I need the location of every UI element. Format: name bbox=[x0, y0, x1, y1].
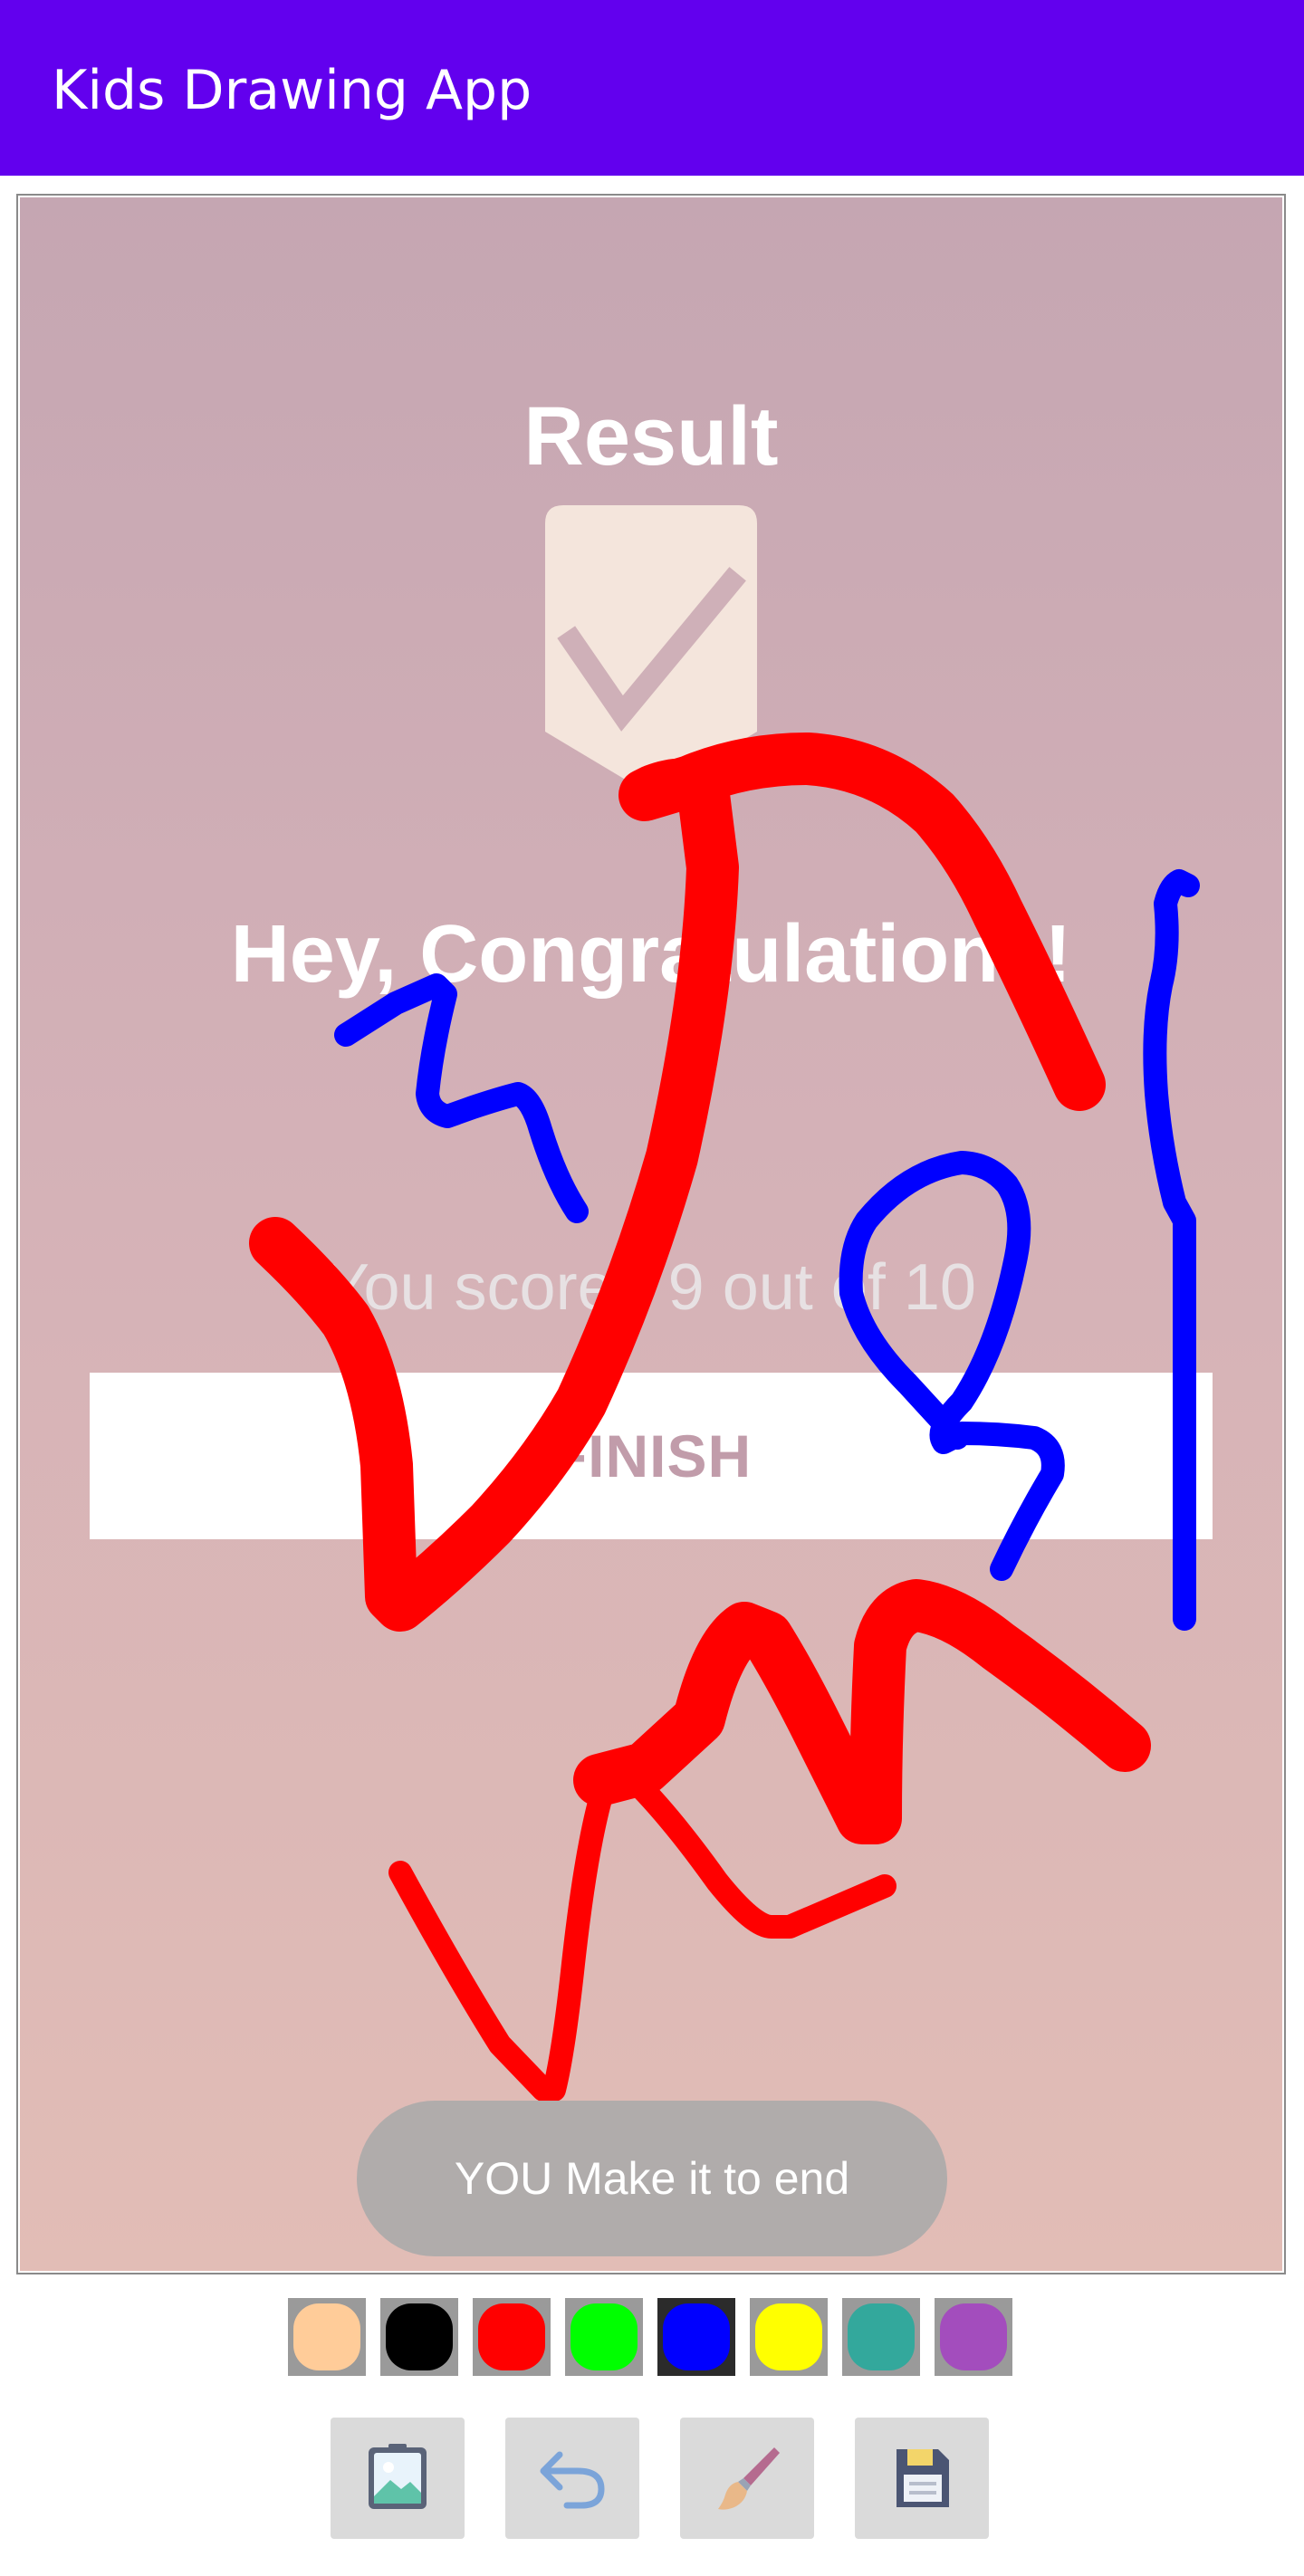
brush-icon bbox=[718, 2447, 780, 2510]
undo-button[interactable] bbox=[505, 2418, 639, 2539]
toast-message: YOU Make it to end bbox=[357, 2101, 947, 2256]
color-swatch-blue[interactable] bbox=[657, 2298, 735, 2376]
brush-size-button[interactable] bbox=[680, 2418, 814, 2539]
drawn-strokes bbox=[249, 733, 1200, 2102]
save-button[interactable] bbox=[855, 2418, 989, 2539]
skin-color-dot bbox=[293, 2303, 360, 2370]
color-swatch-black[interactable] bbox=[380, 2298, 458, 2376]
color-swatch-purple[interactable] bbox=[935, 2298, 1012, 2376]
gallery-button[interactable] bbox=[331, 2418, 465, 2539]
purple-color-dot bbox=[940, 2303, 1007, 2370]
app-bar: Kids Drawing App bbox=[0, 0, 1304, 176]
drawing-canvas[interactable]: Result Hey, Congratulations! You scored … bbox=[20, 197, 1282, 2271]
undo-icon bbox=[540, 2451, 605, 2509]
green-color-dot bbox=[570, 2303, 638, 2370]
teal-color-dot bbox=[848, 2303, 915, 2370]
color-swatch-green[interactable] bbox=[565, 2298, 643, 2376]
color-swatch-yellow[interactable] bbox=[750, 2298, 828, 2376]
save-icon bbox=[896, 2449, 949, 2507]
app-title: Kids Drawing App bbox=[52, 59, 532, 122]
black-color-dot bbox=[386, 2303, 453, 2370]
color-swatch-red[interactable] bbox=[473, 2298, 551, 2376]
yellow-color-dot bbox=[755, 2303, 822, 2370]
red-color-dot bbox=[478, 2303, 545, 2370]
blue-color-dot bbox=[663, 2303, 730, 2370]
color-swatch-teal[interactable] bbox=[842, 2298, 920, 2376]
gallery-icon bbox=[369, 2444, 427, 2509]
color-swatch-skin[interactable] bbox=[288, 2298, 366, 2376]
